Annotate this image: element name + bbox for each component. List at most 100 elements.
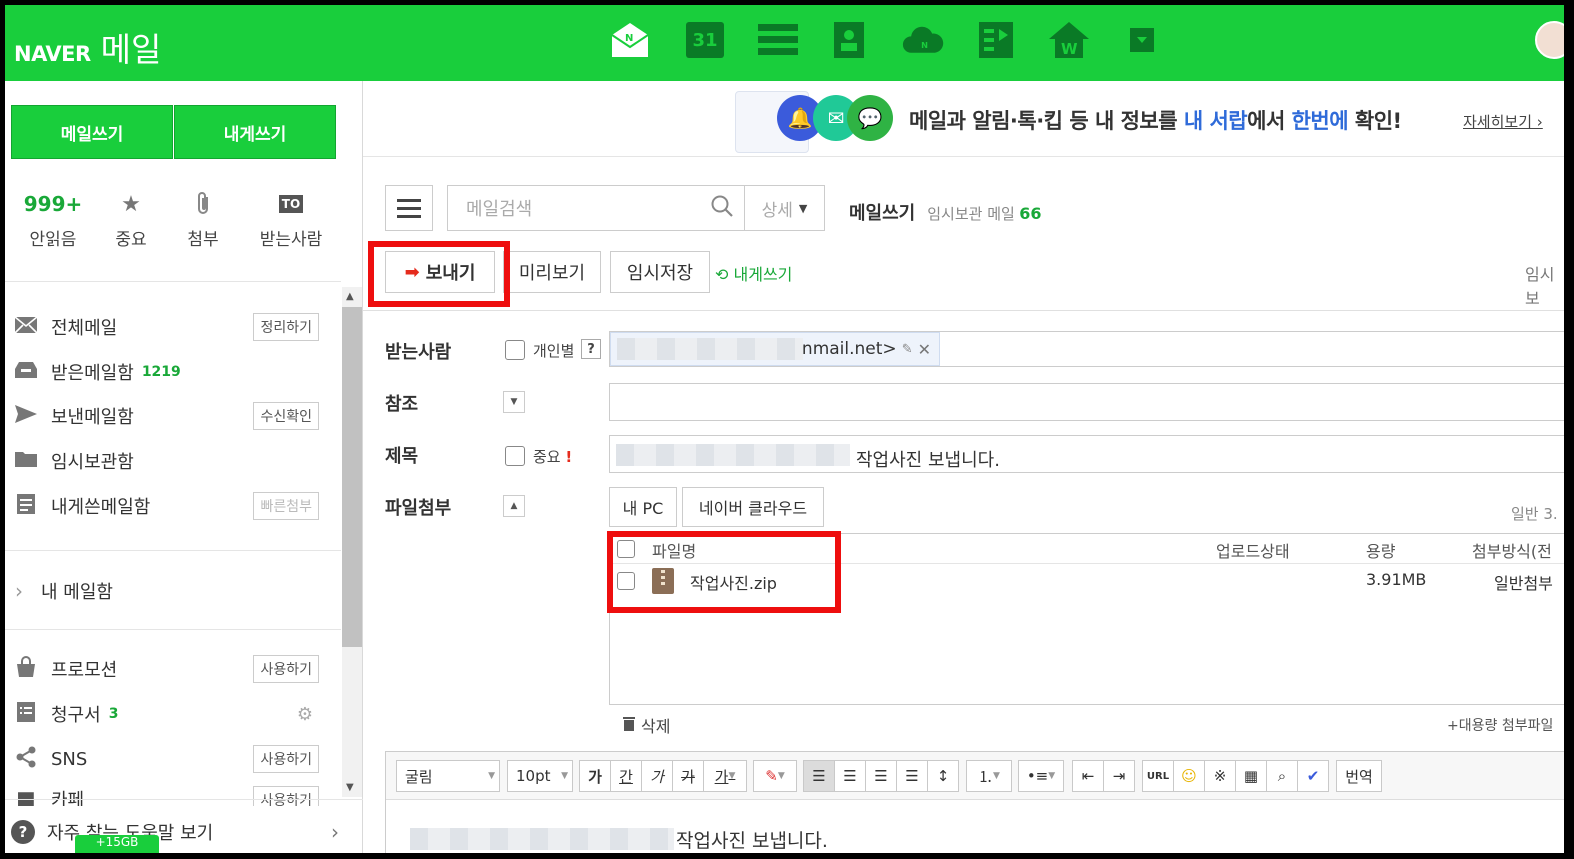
write-mail-button[interactable]: 메일쓰기 [11, 105, 173, 159]
bold-icon[interactable]: 가 [579, 760, 611, 792]
font-size-select[interactable]: 10pt ▼ [507, 760, 573, 792]
delete-file-button[interactable]: 삭제 [621, 713, 670, 737]
naver-mail-logo[interactable]: NAVER 메일 [14, 23, 161, 71]
special-char-icon[interactable]: ※ [1204, 760, 1236, 792]
cc-expand-button[interactable]: ▼ [503, 391, 525, 413]
scroll-down-icon[interactable]: ▼ [346, 782, 354, 793]
emoji-icon[interactable]: ☺ [1173, 760, 1205, 792]
align-center-icon[interactable]: ☰ [834, 760, 866, 792]
logo-service: 메일 [100, 30, 162, 69]
mailbox-to-self[interactable]: 내게쓴메일함 빠른첨부 [11, 488, 321, 524]
outdent-icon[interactable]: ⇤ [1072, 760, 1104, 792]
important-checkbox[interactable] [505, 446, 525, 466]
scrollbar-thumb[interactable] [342, 307, 362, 647]
mailbox-label: 전체메일 [51, 318, 118, 339]
divider [5, 629, 341, 630]
search-icon[interactable] [710, 194, 734, 224]
profile-avatar[interactable] [1535, 21, 1564, 59]
hamburger-menu-icon[interactable] [385, 185, 433, 231]
contacts-icon[interactable] [829, 19, 871, 61]
use-button[interactable]: 사용하기 [253, 745, 319, 773]
subject-field[interactable]: 작업사진 보냅니다. [609, 435, 1564, 473]
mailbox-label: 임시보관함 [51, 452, 134, 473]
mailbox-sent[interactable]: 보낸메일함 수신확인 [11, 398, 321, 434]
highlight-box [607, 531, 841, 613]
indent-icon[interactable]: ⇥ [1103, 760, 1135, 792]
font-select[interactable]: 굴림 ▼ [396, 760, 500, 792]
strikethrough-icon[interactable]: 가 [672, 760, 704, 792]
search-detail-dropdown[interactable]: 상세 ▼ [745, 185, 825, 231]
banner-more-link[interactable]: 자세히보기 › [1463, 111, 1543, 132]
refresh-icon: ⟲ [715, 265, 729, 284]
spellcheck-icon[interactable]: ✔ [1297, 760, 1329, 792]
to-field[interactable]: anmail.net> ✎ ✕ [609, 331, 1564, 367]
find-icon[interactable]: ⌕ [1266, 760, 1298, 792]
table-icon[interactable]: ▦ [1235, 760, 1267, 792]
recipient-chip[interactable]: anmail.net> ✎ ✕ [610, 332, 940, 366]
write-to-self-link[interactable]: ⟲ 내게쓰기 [715, 261, 792, 285]
my-pc-button[interactable]: 내 PC [609, 487, 677, 527]
translate-button[interactable]: 번역 [1336, 760, 1382, 792]
folder-cafe[interactable]: ▆ 카페 사용하기 [11, 786, 321, 806]
align-right-icon[interactable]: ☰ [865, 760, 897, 792]
more-icon[interactable] [1121, 19, 1163, 61]
search-input[interactable]: 메일검색 [447, 185, 745, 231]
read-receipt-button[interactable]: 수신확인 [253, 402, 319, 430]
quick-unread[interactable]: 999+ 안읽음 [13, 189, 93, 250]
paper-plane-icon [11, 404, 41, 429]
folder-sns[interactable]: SNS 사용하기 [11, 741, 321, 777]
my-mailbox-toggle[interactable]: › 내 메일함 [11, 573, 321, 609]
quick-to-me[interactable]: TO 받는사람 [251, 189, 331, 250]
scroll-up-icon[interactable]: ▲ [346, 291, 354, 302]
mailbox-drafts[interactable]: 임시보관함 [11, 443, 321, 479]
calendar-day: 31 [686, 22, 724, 58]
use-button[interactable]: 사용하기 [253, 655, 319, 683]
preview-button[interactable]: 미리보기 [503, 251, 601, 293]
save-draft-button[interactable]: 임시저장 [610, 251, 710, 293]
bills-count: 3 [108, 706, 119, 722]
mail-icon[interactable]: N [609, 19, 651, 61]
folder-promotion[interactable]: 프로모션 사용하기 [11, 651, 321, 687]
quick-attachments[interactable]: 첨부 [163, 189, 243, 250]
align-justify-icon[interactable]: ☰ [896, 760, 928, 792]
calendar-icon[interactable]: 31 [684, 19, 726, 61]
use-button[interactable]: 사용하기 [253, 786, 319, 806]
align-left-icon[interactable]: ☰ [803, 760, 835, 792]
underline-icon[interactable]: 간 [610, 760, 642, 792]
help-icon[interactable]: ? [581, 339, 601, 359]
organize-button[interactable]: 정리하기 [253, 313, 319, 341]
individual-checkbox[interactable] [505, 340, 525, 360]
mailbox-inbox[interactable]: 받은메일함 1219 [11, 354, 321, 390]
mailbox-all[interactable]: 전체메일 정리하기 [11, 309, 321, 345]
folder-bills[interactable]: 청구서 3 ⚙ [11, 696, 321, 732]
cc-field[interactable] [609, 383, 1564, 421]
write-to-self-button[interactable]: 내게쓰기 [174, 105, 336, 159]
draft-count: 66 [1019, 204, 1042, 223]
to-label: 받는사람 [385, 342, 452, 363]
font-color-icon[interactable]: 가 ▼ [703, 760, 747, 792]
line-height-icon[interactable]: ↕ [927, 760, 959, 792]
quick-attach-button[interactable]: 빠른첨부 [253, 492, 319, 520]
bullet-list-icon[interactable]: •≡ ▼ [1018, 760, 1064, 792]
memo-icon[interactable] [975, 19, 1017, 61]
naver-cloud-button[interactable]: 네이버 클라우드 [682, 487, 824, 527]
list-icon[interactable] [757, 19, 799, 61]
quick-important[interactable]: ★ 중요 [91, 189, 171, 251]
help-link[interactable]: ? 자주 찾는 도움말 보기 › [5, 811, 341, 853]
cloud-icon[interactable]: N [902, 19, 944, 61]
italic-icon[interactable]: 가 [641, 760, 673, 792]
numbered-list-icon[interactable]: ⒈ ▼ [966, 760, 1012, 792]
link-icon[interactable]: URL [1142, 760, 1174, 792]
edit-icon[interactable]: ✎ [902, 342, 913, 357]
large-file-link[interactable]: +대용량 첨부파일 [1447, 715, 1553, 735]
gear-icon[interactable]: ⚙ [297, 704, 313, 725]
logo-brand: NAVER [14, 42, 91, 66]
quick-label: 중요 [115, 230, 147, 250]
remove-icon[interactable]: ✕ [918, 340, 931, 359]
promo-banner[interactable]: 🔔 ✉ 💬 메일과 알림·톡·킵 등 내 정보를 내 서랍에서 한번에 확인! … [363, 81, 1564, 157]
office-icon[interactable]: W [1048, 19, 1090, 61]
sidebar-scrollbar[interactable]: ▲ ▼ [342, 287, 362, 797]
attach-collapse-button[interactable]: ▲ [503, 495, 525, 517]
highlight-color-icon[interactable]: ✎ ▼ [753, 760, 797, 792]
draft-link[interactable]: 임시보관 메일 66 [927, 203, 1041, 224]
